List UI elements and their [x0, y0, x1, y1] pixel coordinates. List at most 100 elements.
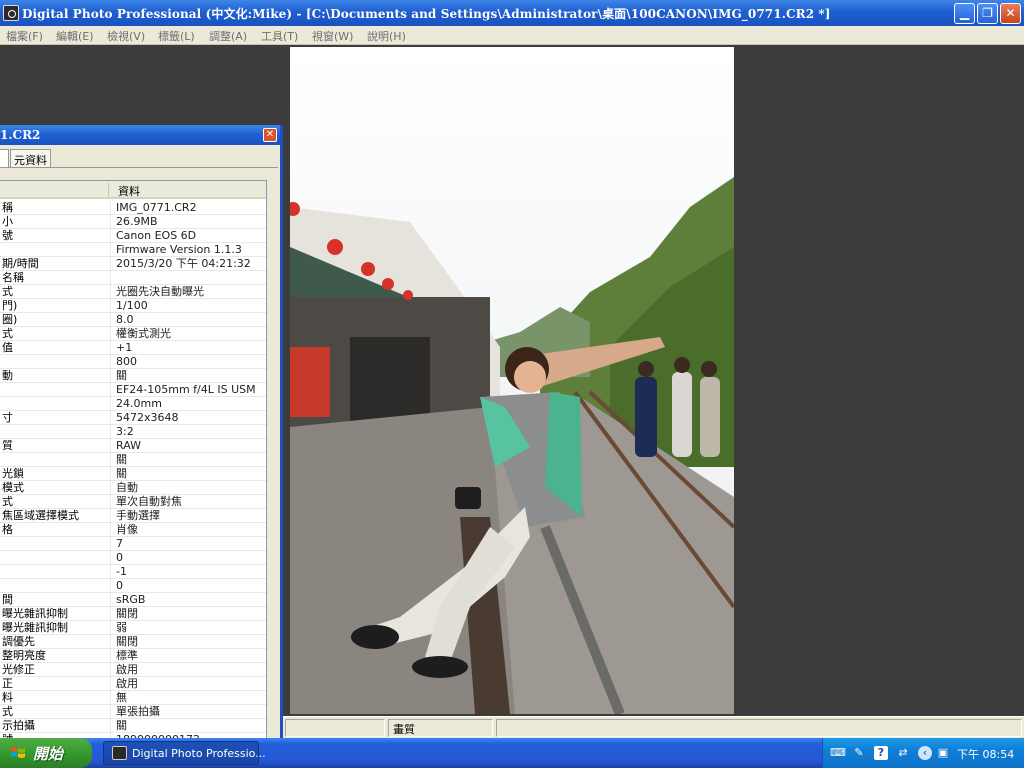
table-row[interactable]: 號 Canon EOS 6D — [0, 229, 266, 243]
table-row[interactable]: 門) 1/100 — [0, 299, 266, 313]
row-divider — [110, 411, 111, 425]
table-row[interactable]: 0 — [0, 551, 266, 565]
table-row[interactable]: 曝光雜訊抑制 關閉 — [0, 607, 266, 621]
metadata-table[interactable]: 資料 稱 IMG_0771.CR2 小 26.9MB 號 Canon EOS 6D Firm… — [0, 180, 267, 738]
table-row[interactable]: 焦區域選擇模式 手動選擇 — [0, 509, 266, 523]
table-row[interactable]: EF24-105mm f/4L IS USM — [0, 383, 266, 397]
start-button[interactable]: 開始 — [0, 738, 92, 768]
row-divider — [110, 369, 111, 383]
row-key: 值 — [2, 341, 13, 354]
table-row[interactable]: 光修正 啟用 — [0, 663, 266, 677]
row-key: 格 — [2, 523, 13, 536]
menu-view[interactable]: 檢視(V) — [107, 28, 145, 44]
table-row[interactable]: 小 26.9MB — [0, 215, 266, 229]
restore-button[interactable]: ❐ — [977, 3, 998, 24]
row-key: 小 — [2, 215, 13, 228]
help-icon[interactable]: ? — [874, 746, 888, 760]
row-divider — [110, 467, 111, 481]
table-row[interactable]: 名稱 — [0, 271, 266, 285]
table-row[interactable]: 正 啟用 — [0, 677, 266, 691]
menu-file[interactable]: 檔案(F) — [6, 28, 43, 44]
table-row[interactable]: 示拍攝 關 — [0, 719, 266, 733]
menu-label[interactable]: 標籤(L) — [158, 28, 195, 44]
table-row[interactable]: 期/時間 2015/3/20 下午 04:21:32 — [0, 257, 266, 271]
table-row[interactable]: 間 sRGB — [0, 593, 266, 607]
row-divider — [110, 649, 111, 663]
table-row[interactable]: 7 — [0, 537, 266, 551]
info-dialog-title-bar[interactable]: 1.CR2 ✕ — [0, 125, 280, 145]
table-row[interactable]: 模式 自動 — [0, 481, 266, 495]
row-value: 關閉 — [116, 607, 138, 620]
row-value: 光圈先決自動曝光 — [116, 285, 204, 298]
table-row[interactable]: 式 單次自動對焦 — [0, 495, 266, 509]
table-row[interactable]: 曝光雜訊抑制 弱 — [0, 621, 266, 635]
row-divider — [110, 691, 111, 705]
table-row[interactable]: 式 單張拍攝 — [0, 705, 266, 719]
menu-edit[interactable]: 編輯(E) — [56, 28, 94, 44]
menu-tools[interactable]: 工具(T) — [261, 28, 298, 44]
row-key: 質 — [2, 439, 13, 452]
status-bar: 畫質 — [283, 716, 1024, 738]
close-button[interactable]: ✕ — [1000, 3, 1021, 24]
keyboard-icon[interactable]: ⌨ — [830, 746, 846, 760]
row-divider — [110, 341, 111, 355]
row-key: 式 — [2, 495, 13, 508]
photo-preview[interactable] — [290, 47, 734, 714]
monitor-icon[interactable]: ▣ — [936, 746, 950, 760]
menu-help[interactable]: 說明(H) — [367, 28, 406, 44]
table-row[interactable]: 料無 — [0, 691, 266, 705]
system-tray: ⌨ ✎ ? ⇄ ‹ ▣ 下午 08:54 — [822, 738, 1024, 768]
table-row[interactable]: 值 +1 — [0, 341, 266, 355]
table-row[interactable]: 調優先 關閉 — [0, 635, 266, 649]
column-header-data: 資料 — [118, 185, 140, 198]
row-value: sRGB — [116, 593, 146, 606]
table-row[interactable]: 稱 IMG_0771.CR2 — [0, 201, 266, 215]
row-divider — [110, 635, 111, 649]
table-row[interactable]: 格 肖像 — [0, 523, 266, 537]
table-row[interactable]: 動關 — [0, 369, 266, 383]
row-key: 式 — [2, 285, 13, 298]
table-row[interactable]: 質 RAW — [0, 439, 266, 453]
network-icon[interactable]: ⇄ — [896, 746, 910, 760]
taskbar-item-dpp[interactable]: Digital Photo Professio... — [103, 741, 266, 765]
row-key: 模式 — [2, 481, 24, 494]
table-row[interactable]: 0 — [0, 579, 266, 593]
table-row[interactable]: 寸 5472x3648 — [0, 411, 266, 425]
row-key: 門) — [2, 299, 18, 312]
pen-icon[interactable]: ✎ — [852, 746, 866, 760]
table-row[interactable]: 關 — [0, 453, 266, 467]
row-value: 5472x3648 — [116, 411, 179, 424]
minimize-button[interactable]: ▁ — [954, 3, 975, 24]
row-value: 800 — [116, 355, 137, 368]
status-cell-left — [285, 719, 385, 737]
table-row[interactable]: 式 權衡式測光 — [0, 327, 266, 341]
menu-window[interactable]: 視窗(W) — [312, 28, 353, 44]
row-key: 料 — [2, 691, 13, 704]
table-row[interactable]: 3:2 — [0, 425, 266, 439]
table-row[interactable]: 24.0mm — [0, 397, 266, 411]
table-row[interactable]: 式 光圈先決自動曝光 — [0, 285, 266, 299]
table-row[interactable]: -1 — [0, 565, 266, 579]
menu-adjust[interactable]: 調整(A) — [209, 28, 247, 44]
row-value: +1 — [116, 341, 133, 354]
info-dialog-close-button[interactable]: ✕ — [263, 128, 277, 142]
row-divider — [110, 439, 111, 453]
table-row[interactable]: Firmware Version 1.1.3 — [0, 243, 266, 257]
table-row[interactable]: 光鎖 關 — [0, 467, 266, 481]
table-row[interactable]: 800 — [0, 355, 266, 369]
tab-metadata[interactable]: 元資料 — [10, 149, 51, 167]
row-value: 單次自動對焦 — [116, 495, 182, 508]
row-divider — [110, 719, 111, 733]
row-value: 3:2 — [116, 425, 134, 438]
table-row[interactable]: 圈) 8.0 — [0, 313, 266, 327]
table-row[interactable]: 整明亮度 標準 — [0, 649, 266, 663]
back-arrow-icon[interactable]: ‹ — [918, 746, 932, 760]
column-separator[interactable] — [108, 183, 109, 197]
info-dialog[interactable]: 1.CR2 ✕ 元資料 資料 稱 IMG_0771.CR2 小 26.9MB 號 Cano… — [0, 125, 283, 738]
app-camera-icon[interactable] — [3, 5, 19, 21]
row-key: 稱 — [2, 201, 13, 214]
row-value: Canon EOS 6D — [116, 229, 197, 242]
app-title-bar[interactable]: Digital Photo Professional (中文化:Mike) - … — [0, 0, 1024, 26]
row-divider — [110, 257, 111, 271]
tab-properties[interactable] — [0, 149, 9, 167]
